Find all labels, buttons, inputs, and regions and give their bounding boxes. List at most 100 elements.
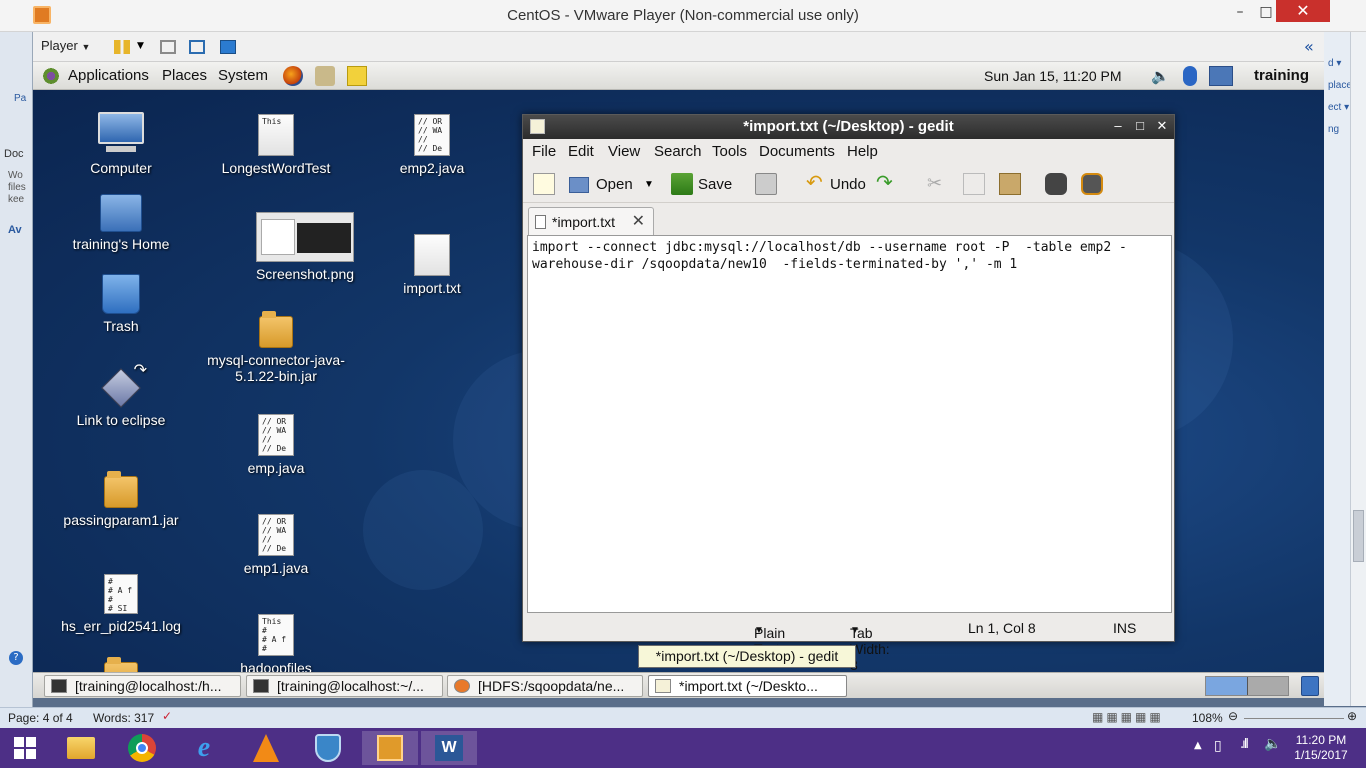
user-name[interactable]: training xyxy=(1254,67,1309,84)
print-icon[interactable] xyxy=(755,173,777,195)
taskbar-shield-app[interactable] xyxy=(300,731,356,765)
paste-icon[interactable] xyxy=(999,173,1021,195)
hs-err-label: hs_err_pid2541.log xyxy=(61,618,181,634)
tab-import-txt[interactable]: *import.txt ✕ xyxy=(528,207,654,237)
taskbar-ie[interactable]: e xyxy=(176,731,232,765)
taskbar-chrome[interactable] xyxy=(114,731,170,765)
task-gedit[interactable]: *import.txt (~/Deskto... xyxy=(648,675,847,697)
log-file-icon: # # A f # # SI xyxy=(104,574,138,614)
import-label: import.txt xyxy=(403,280,461,296)
jar-archive-icon xyxy=(259,311,293,348)
unity-icon[interactable] xyxy=(220,40,236,54)
desktop-icon-import[interactable]: import.txt xyxy=(362,234,502,296)
undo-icon[interactable]: ↶ xyxy=(806,173,824,195)
task-firefox-hdfs[interactable]: [HDFS:/sqoopdata/ne... xyxy=(447,675,643,697)
start-button[interactable] xyxy=(0,731,50,765)
taskbar-vlc[interactable] xyxy=(238,731,294,765)
windows-clock[interactable]: 11:20 PM 1/15/2017 xyxy=(1286,733,1356,763)
desktop-icon-longestword[interactable]: This LongestWordTest xyxy=(206,114,346,176)
menu-file[interactable]: File xyxy=(532,143,556,160)
system-menu[interactable]: System xyxy=(218,67,268,84)
desktop-icon-passingparam[interactable]: passingparam1.jar xyxy=(51,471,191,528)
notes-icon[interactable] xyxy=(347,66,367,86)
help-icon[interactable]: ? xyxy=(9,651,23,665)
desktop-icon-partial[interactable] xyxy=(51,657,191,672)
firefox-icon[interactable] xyxy=(283,66,303,86)
find-icon[interactable] xyxy=(1045,173,1067,195)
find-replace-icon[interactable] xyxy=(1081,173,1103,195)
undo-button-label[interactable]: Undo xyxy=(830,176,866,193)
open-dropdown-icon[interactable]: ▼ xyxy=(644,179,654,190)
editor-text-area[interactable]: import --connect jdbc:mysql://localhost/… xyxy=(527,235,1172,613)
page-count[interactable]: Page: 4 of 4 xyxy=(8,711,73,725)
send-ctrl-alt-del-icon[interactable] xyxy=(160,40,176,54)
host-scrollbar[interactable] xyxy=(1350,28,1366,706)
bluetooth-icon[interactable] xyxy=(1183,66,1197,86)
taskbar-file-explorer[interactable] xyxy=(53,731,109,765)
redo-icon[interactable]: ↷ xyxy=(876,173,894,195)
task-terminal-2[interactable]: [training@localhost:~/... xyxy=(246,675,443,697)
places-menu[interactable]: Places xyxy=(162,67,207,84)
desktop-icon-mysql[interactable]: mysql-connector-java-5.1.22-bin.jar xyxy=(206,311,346,384)
task-terminal-1[interactable]: [training@localhost:/h... xyxy=(44,675,241,697)
gedit-minimize-button[interactable]: – xyxy=(1110,118,1126,134)
view-buttons[interactable]: ▦▦▦▦▦ xyxy=(1092,710,1164,724)
trash-applet-icon[interactable] xyxy=(1301,676,1319,696)
save-button-label[interactable]: Save xyxy=(698,176,732,193)
open-folder-icon[interactable] xyxy=(569,177,589,193)
speaker-icon[interactable]: 🔈 xyxy=(1264,736,1281,752)
fullscreen-icon[interactable] xyxy=(189,40,205,54)
panel-clock[interactable]: Sun Jan 15, 11:20 PM xyxy=(984,68,1122,84)
zoom-in-icon[interactable]: ⊕ xyxy=(1347,709,1357,723)
desktop-icon-emp2[interactable]: // OR// WA//// De emp2.java xyxy=(362,114,502,176)
applications-menu[interactable]: Applications xyxy=(68,67,149,84)
taskbar-word[interactable]: W xyxy=(421,731,477,765)
pause-icon[interactable] xyxy=(114,40,130,54)
menu-documents[interactable]: Documents xyxy=(759,143,835,160)
java-file-icon: // OR// WA//// De xyxy=(258,514,294,556)
taskbar-vmware[interactable] xyxy=(362,731,418,765)
tab-close-icon[interactable]: ✕ xyxy=(632,211,645,231)
cut-icon[interactable]: ✂ xyxy=(927,173,949,195)
show-hidden-icons[interactable]: ▲ xyxy=(1194,740,1202,751)
network-signal-icon[interactable]: .ıll xyxy=(1240,737,1249,752)
task-label: [training@localhost:/h... xyxy=(75,678,222,694)
zoom-out-icon[interactable]: ⊖ xyxy=(1228,709,1238,723)
zoom-slider[interactable] xyxy=(1244,718,1344,719)
open-button-label[interactable]: Open xyxy=(596,176,633,193)
desktop-icon-emp[interactable]: // OR// WA//// De emp.java xyxy=(206,414,346,476)
desktop-icon-hadoopfiles[interactable]: This # # A f # hadoopfiles xyxy=(206,614,346,672)
workspace-switcher[interactable] xyxy=(1205,676,1289,696)
menu-help[interactable]: Help xyxy=(847,143,878,160)
save-icon[interactable] xyxy=(671,173,693,195)
player-menu[interactable]: Player ▼ xyxy=(41,38,90,53)
desktop-icon-screenshot[interactable]: Screenshot.png xyxy=(235,212,375,282)
scrollbar-thumb[interactable] xyxy=(1353,510,1364,562)
collapse-icon[interactable]: « xyxy=(1304,37,1314,56)
new-document-icon[interactable] xyxy=(533,173,555,195)
menu-tools[interactable]: Tools xyxy=(712,143,747,160)
desktop-icon-eclipse[interactable]: ↷ Link to eclipse xyxy=(51,360,191,428)
desktop-icon-hs-err[interactable]: # # A f # # SI hs_err_pid2541.log xyxy=(51,574,191,634)
menu-search[interactable]: Search xyxy=(654,143,702,160)
zoom-level[interactable]: 108% xyxy=(1192,711,1223,725)
menu-view[interactable]: View xyxy=(608,143,640,160)
jar-archive-icon xyxy=(104,471,138,508)
proofing-icon[interactable]: ✓ xyxy=(162,709,172,723)
desktop-icon-home[interactable]: training's Home xyxy=(51,194,191,252)
close-button[interactable]: ✕ xyxy=(1276,0,1330,22)
cursor-position: Ln 1, Col 8 xyxy=(968,620,1036,636)
volume-icon[interactable]: 🔈 xyxy=(1151,67,1170,85)
desktop-icon-trash[interactable]: Trash xyxy=(51,274,191,334)
device-icon[interactable]: ▯ xyxy=(1214,738,1222,754)
mail-icon[interactable] xyxy=(315,66,335,86)
menu-edit[interactable]: Edit xyxy=(568,143,594,160)
gedit-maximize-button[interactable]: □ xyxy=(1132,118,1148,134)
network-icon[interactable] xyxy=(1209,66,1233,86)
desktop-icon-emp1[interactable]: // OR// WA//// De emp1.java xyxy=(206,514,346,576)
desktop-icon-computer[interactable]: Computer xyxy=(51,112,191,176)
copy-icon[interactable] xyxy=(963,173,985,195)
word-count[interactable]: Words: 317 xyxy=(93,711,154,725)
gedit-close-button[interactable]: ✕ xyxy=(1154,118,1170,134)
chevron-down-icon[interactable]: ▼ xyxy=(137,41,144,51)
